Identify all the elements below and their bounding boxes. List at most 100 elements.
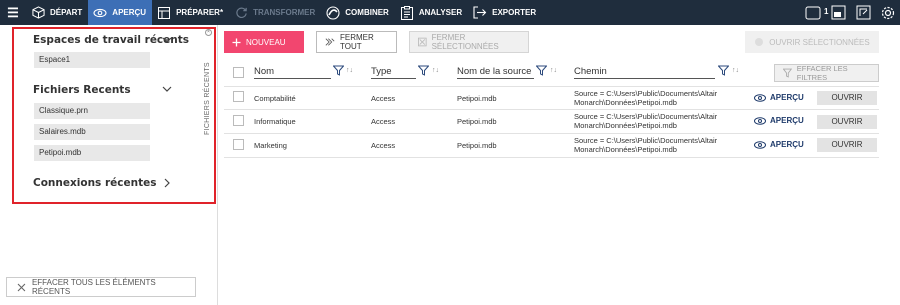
eye-icon xyxy=(754,93,766,102)
export-icon xyxy=(473,6,487,20)
chevron-right-icon[interactable] xyxy=(162,178,172,188)
close-all-button[interactable]: FERMER TOUT xyxy=(316,31,397,53)
eye-icon xyxy=(754,140,766,149)
eye-icon xyxy=(93,6,107,20)
recent-files-vertical-label: FICHIERS RÉCENTS xyxy=(204,62,211,135)
tab-transformer-label: TRANSFORMER xyxy=(253,8,316,17)
tab-apercu-label: APERÇU xyxy=(112,8,147,17)
cell-source: Petipoi.mdb xyxy=(457,117,497,126)
close-icon xyxy=(17,283,26,291)
cell-source: Petipoi.mdb xyxy=(457,94,497,103)
clear-all-recent-button[interactable]: EFFACER TOUS LES ÉLÉMENTS RÉCENTS xyxy=(6,277,196,297)
recent-files-title: Fichiers Recents xyxy=(33,84,131,96)
row-checkbox[interactable] xyxy=(233,91,244,102)
recent-file-item[interactable]: Petipoi.mdb xyxy=(34,145,150,161)
open-row-button[interactable]: OUVRIR xyxy=(817,138,877,152)
clear-filters-button[interactable]: EFFACER LES FILTRES xyxy=(774,64,879,82)
tab-analyser[interactable]: ANALYSER xyxy=(395,0,468,25)
cell-path-line1: Source = C:\Users\Public\Documents\Altai… xyxy=(574,89,718,98)
open-selected-button[interactable]: OUVRIR SÉLECTIONNÉES xyxy=(745,31,879,53)
tab-transformer[interactable]: TRANSFORMER xyxy=(229,0,321,25)
filter-icon xyxy=(783,68,792,78)
chevron-down-icon[interactable] xyxy=(162,35,172,45)
tab-exporter-label: EXPORTER xyxy=(492,8,537,17)
close-all-label: FERMER TOUT xyxy=(340,33,374,51)
column-underline xyxy=(457,78,534,79)
recent-file-item[interactable]: Salaires.mdb xyxy=(34,124,150,140)
close-all-icon xyxy=(325,38,335,46)
open-selected-label: OUVRIR SÉLECTIONNÉES xyxy=(769,37,870,47)
recent-connections-title: Connexions récentes xyxy=(33,177,157,189)
cell-path-line1: Source = C:\Users\Public\Documents\Altai… xyxy=(574,112,718,121)
cell-name: Informatique xyxy=(254,117,296,126)
filter-icon[interactable] xyxy=(536,65,547,76)
preview-label: APERÇU xyxy=(770,116,804,125)
filter-icon[interactable] xyxy=(333,65,344,76)
row-divider xyxy=(224,86,879,87)
preview-link[interactable]: APERÇU xyxy=(754,140,804,149)
new-button-label: NOUVEAU xyxy=(246,37,286,47)
cell-type: Access xyxy=(371,94,396,103)
new-button[interactable]: NOUVEAU xyxy=(224,31,304,53)
tab-combiner-label: COMBINER xyxy=(345,8,389,17)
cell-type: Access xyxy=(371,141,396,150)
clear-filters-label: EFFACER LES FILTRES xyxy=(796,64,848,82)
cell-path-line1: Source = C:\Users\Public\Documents\Altai… xyxy=(574,136,718,145)
clipboard-icon xyxy=(400,5,414,20)
table-icon xyxy=(157,6,171,20)
row-divider xyxy=(224,133,879,134)
main-toolbar: ☰ DÉPART APERÇU PRÉPARER* TRANSFORMER CO… xyxy=(0,0,900,25)
row-checkbox[interactable] xyxy=(233,115,244,126)
close-selected-label: FERMER SÉLECTIONNÉES xyxy=(431,33,499,51)
close-selected-button[interactable]: FERMER SÉLECTIONNÉES xyxy=(409,31,529,53)
window-icon[interactable] xyxy=(830,5,846,21)
tab-preparer[interactable]: PRÉPARER* xyxy=(152,0,229,25)
cell-type: Access xyxy=(371,117,396,126)
recent-files-vertical-tab[interactable]: FICHIERS RÉCENTS xyxy=(202,27,216,147)
notification-badge-icon[interactable] xyxy=(805,5,821,21)
column-header-chemin[interactable]: Chemin xyxy=(574,66,607,77)
row-divider xyxy=(224,109,879,110)
filter-icon[interactable] xyxy=(718,65,729,76)
preview-link[interactable]: APERÇU xyxy=(754,93,804,102)
sort-icon[interactable]: ↑↓ xyxy=(346,67,353,74)
preview-label: APERÇU xyxy=(770,93,804,102)
row-divider xyxy=(224,157,879,158)
close-selected-icon xyxy=(418,37,427,47)
column-header-source[interactable]: Nom de la source xyxy=(457,66,531,77)
select-all-checkbox[interactable] xyxy=(233,67,244,78)
tab-analyser-label: ANALYSER xyxy=(418,8,463,17)
filter-icon[interactable] xyxy=(418,65,429,76)
recent-workspace-item[interactable]: Espace1 xyxy=(34,52,150,68)
hamburger-menu-icon[interactable]: ☰ xyxy=(0,0,26,25)
tab-apercu[interactable]: APERÇU xyxy=(88,0,153,25)
column-header-type[interactable]: Type xyxy=(371,66,392,77)
gear-icon[interactable] xyxy=(880,5,896,21)
plus-icon xyxy=(232,38,241,46)
open-row-button[interactable]: OUVRIR xyxy=(817,115,877,129)
chevron-down-icon[interactable] xyxy=(162,84,172,94)
tab-combiner[interactable]: COMBINER xyxy=(321,0,395,25)
preview-link[interactable]: APERÇU xyxy=(754,116,804,125)
tab-exporter[interactable]: EXPORTER xyxy=(468,0,542,25)
open-icon xyxy=(755,38,764,46)
cell-path-line2: Monarch\Données\Petipoi.mdb xyxy=(574,121,677,130)
recent-items-panel: Espaces de travail récents Espace1 Fichi… xyxy=(0,25,218,305)
open-row-button[interactable]: OUVRIR xyxy=(817,91,877,105)
tab-depart-label: DÉPART xyxy=(50,8,83,17)
cell-source: Petipoi.mdb xyxy=(457,141,497,150)
eye-icon xyxy=(754,116,766,125)
help-book-icon[interactable] xyxy=(855,5,871,21)
cell-path-line2: Monarch\Données\Petipoi.mdb xyxy=(574,145,677,154)
recent-file-item[interactable]: Classique.prn xyxy=(34,103,150,119)
column-header-nom[interactable]: Nom xyxy=(254,66,274,77)
tab-depart[interactable]: DÉPART xyxy=(26,0,88,25)
column-underline xyxy=(574,78,715,79)
toolbar-right-icons xyxy=(805,0,896,25)
sort-icon[interactable]: ↑↓ xyxy=(432,67,439,74)
sort-icon[interactable]: ↑↓ xyxy=(550,67,557,74)
row-checkbox[interactable] xyxy=(233,139,244,150)
sort-icon[interactable]: ↑↓ xyxy=(732,67,739,74)
cell-path-line2: Monarch\Données\Petipoi.mdb xyxy=(574,98,677,107)
tab-preparer-label: PRÉPARER* xyxy=(176,8,224,17)
